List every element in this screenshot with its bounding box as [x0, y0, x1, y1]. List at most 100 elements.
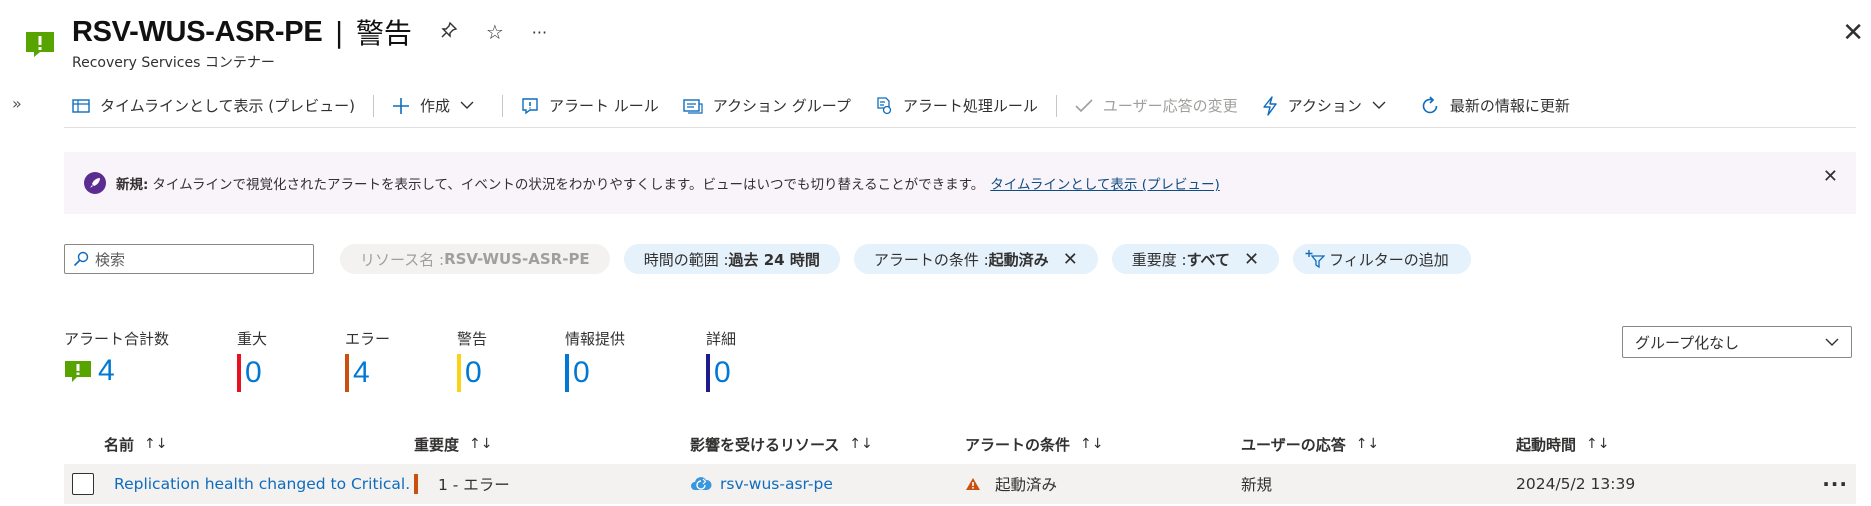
create-label: 作成: [419, 97, 450, 115]
plus-icon: [392, 97, 409, 114]
pin-icon[interactable]: [440, 21, 458, 44]
remove-filter-icon[interactable]: ✕: [1063, 249, 1078, 270]
lightning-icon: [1262, 95, 1277, 116]
table-header: 名前 ↑↓ 重要度 ↑↓ 影響を受けるリソース ↑↓ アラートの条件 ↑↓ ユーザーの応…: [64, 426, 1856, 462]
summary-value: 0: [714, 356, 731, 389]
timeline-view-button[interactable]: タイムラインとして表示 (プレビュー): [64, 95, 367, 116]
column-header-severity[interactable]: 重要度 ↑↓: [414, 434, 690, 455]
summary-total[interactable]: アラート合計数 4: [64, 328, 237, 392]
alert-condition-filter[interactable]: アラートの条件 : 起動済み ✕: [853, 244, 1098, 274]
column-header-name[interactable]: 名前 ↑↓: [64, 434, 414, 455]
alert-rule-icon: [522, 97, 538, 114]
summary-label: 情報提供: [565, 330, 626, 348]
alert-rules-button[interactable]: アラート ルール: [509, 95, 671, 116]
page-header: RSV-WUS-ASR-PE | 警告 ☆ ··· Recovery Servi…: [24, 8, 1864, 71]
processing-rules-label: アラート処理ルール: [902, 97, 1038, 115]
refresh-label: 最新の情報に更新: [1449, 97, 1570, 115]
actions-button[interactable]: アクション: [1250, 95, 1408, 116]
sort-icon: ↑↓: [144, 436, 168, 452]
actions-label: アクション: [1287, 97, 1362, 115]
add-filter-button[interactable]: フィルターの追加: [1293, 244, 1471, 274]
row-more-options-icon[interactable]: ···: [1822, 472, 1848, 496]
severity-color-bar: [237, 354, 241, 392]
condition-filter-value: 起動済み: [988, 250, 1049, 269]
summary-informational[interactable]: 情報提供 0: [565, 328, 706, 392]
alert-rules-label: アラート ルール: [549, 97, 659, 115]
create-button[interactable]: 作成: [380, 95, 496, 116]
severity-filter-value: すべて: [1186, 250, 1230, 269]
grouping-dropdown[interactable]: グループ化なし: [1622, 326, 1852, 358]
title-separator: |: [334, 15, 344, 49]
sort-icon: ↑↓: [849, 436, 873, 452]
remove-filter-icon[interactable]: ✕: [1244, 249, 1259, 270]
chevron-down-icon: [460, 99, 484, 113]
toolbar-divider: [502, 94, 503, 117]
change-user-response-button[interactable]: ユーザー応答の変更: [1063, 95, 1250, 116]
more-options-icon[interactable]: ···: [532, 23, 547, 42]
severity-color-bar: [706, 354, 710, 392]
page-subtitle: Recovery Services コンテナー: [72, 55, 275, 71]
add-filter-icon: [1305, 250, 1326, 268]
summary-warning[interactable]: 警告 0: [457, 328, 565, 392]
time-range-filter[interactable]: 時間の範囲 : 過去 24 時間: [623, 244, 840, 274]
summary-verbose[interactable]: 詳細 0: [706, 328, 806, 392]
summary-value: 0: [573, 356, 590, 389]
severity-color-bar: [414, 474, 418, 494]
column-header-user-response[interactable]: ユーザーの応答 ↑↓: [1241, 434, 1516, 455]
time-filter-value: 過去 24 時間: [728, 250, 820, 269]
action-groups-button[interactable]: アクション グループ: [671, 95, 863, 116]
recovery-vault-icon: [691, 477, 712, 490]
chevron-down-icon: [1825, 338, 1839, 346]
banner-close-icon[interactable]: ✕: [1823, 166, 1838, 187]
severity-filter[interactable]: 重要度 : すべて ✕: [1111, 244, 1280, 274]
time-filter-label: 時間の範囲 :: [643, 250, 729, 269]
banner-timeline-link[interactable]: タイムラインとして表示 (プレビュー): [990, 173, 1219, 193]
summary-label: エラー: [345, 330, 391, 348]
severity-filter-label: 重要度 :: [1131, 250, 1187, 269]
timeline-icon: [72, 98, 90, 113]
search-input[interactable]: 検索: [64, 244, 314, 274]
star-icon[interactable]: ☆: [486, 20, 504, 44]
alerts-resource-icon: [26, 32, 54, 57]
chevron-down-icon: [1372, 99, 1396, 113]
banner-new-label: 新規:: [116, 177, 149, 193]
close-icon[interactable]: ✕: [1842, 18, 1864, 48]
summary-label: 詳細: [706, 330, 737, 348]
condition-filter-label: アラートの条件 :: [873, 250, 989, 269]
alerts-table: 名前 ↑↓ 重要度 ↑↓ 影響を受けるリソース ↑↓ アラートの条件 ↑↓ ユーザーの応…: [64, 426, 1856, 504]
processing-rule-icon: [877, 96, 892, 114]
severity-color-bar: [457, 354, 461, 392]
summary-error[interactable]: エラー 4: [345, 328, 457, 392]
sort-icon: ↑↓: [1586, 436, 1610, 452]
expand-sidebar-icon[interactable]: »: [12, 94, 22, 113]
summary-label: 警告: [457, 330, 488, 348]
alert-name-link[interactable]: Replication health changed to Critical.: [114, 475, 410, 493]
severity-color-bar: [565, 354, 569, 392]
table-row[interactable]: Replication health changed to Critical. …: [64, 464, 1856, 504]
resource-filter-value: RSV-WUS-ASR-PE: [444, 250, 590, 268]
page-section-title: 警告: [355, 17, 412, 50]
column-header-fired-time[interactable]: 起動時間 ↑↓: [1516, 434, 1756, 455]
summary-critical[interactable]: 重大 0: [237, 328, 345, 392]
banner-text: タイムラインで視覚化されたアラートを表示して、イベントの状況をわかりやすくします…: [152, 177, 985, 193]
refresh-icon: [1422, 95, 1438, 113]
checkmark-icon: [1075, 98, 1093, 112]
add-filter-label: フィルターの追加: [1329, 250, 1449, 269]
action-groups-label: アクション グループ: [712, 97, 851, 115]
refresh-button[interactable]: 最新の情報に更新: [1408, 95, 1582, 116]
command-bar: タイムラインとして表示 (プレビュー) 作成 アラート ルール アクション グル…: [64, 90, 1856, 128]
processing-rules-button[interactable]: アラート処理ルール: [863, 95, 1050, 116]
summary-label: 重大: [237, 330, 268, 348]
row-checkbox[interactable]: [72, 473, 94, 495]
toolbar-divider: [372, 94, 374, 117]
warning-icon: [966, 478, 980, 490]
toolbar-divider: [1055, 94, 1057, 117]
summary-label: アラート合計数: [64, 330, 170, 348]
column-header-affected-resource[interactable]: 影響を受けるリソース ↑↓: [690, 434, 965, 455]
alert-severity: 1 - エラー: [438, 476, 510, 494]
alert-summary: アラート合計数 4 重大 0 エラー 4 警告 0 情報提供 0 詳細 0: [64, 328, 806, 392]
user-response: 新規: [1241, 476, 1273, 494]
affected-resource-link[interactable]: rsv-wus-asr-pe: [720, 475, 833, 493]
summary-value: 0: [245, 356, 262, 389]
column-header-alert-condition[interactable]: アラートの条件 ↑↓: [965, 434, 1241, 455]
